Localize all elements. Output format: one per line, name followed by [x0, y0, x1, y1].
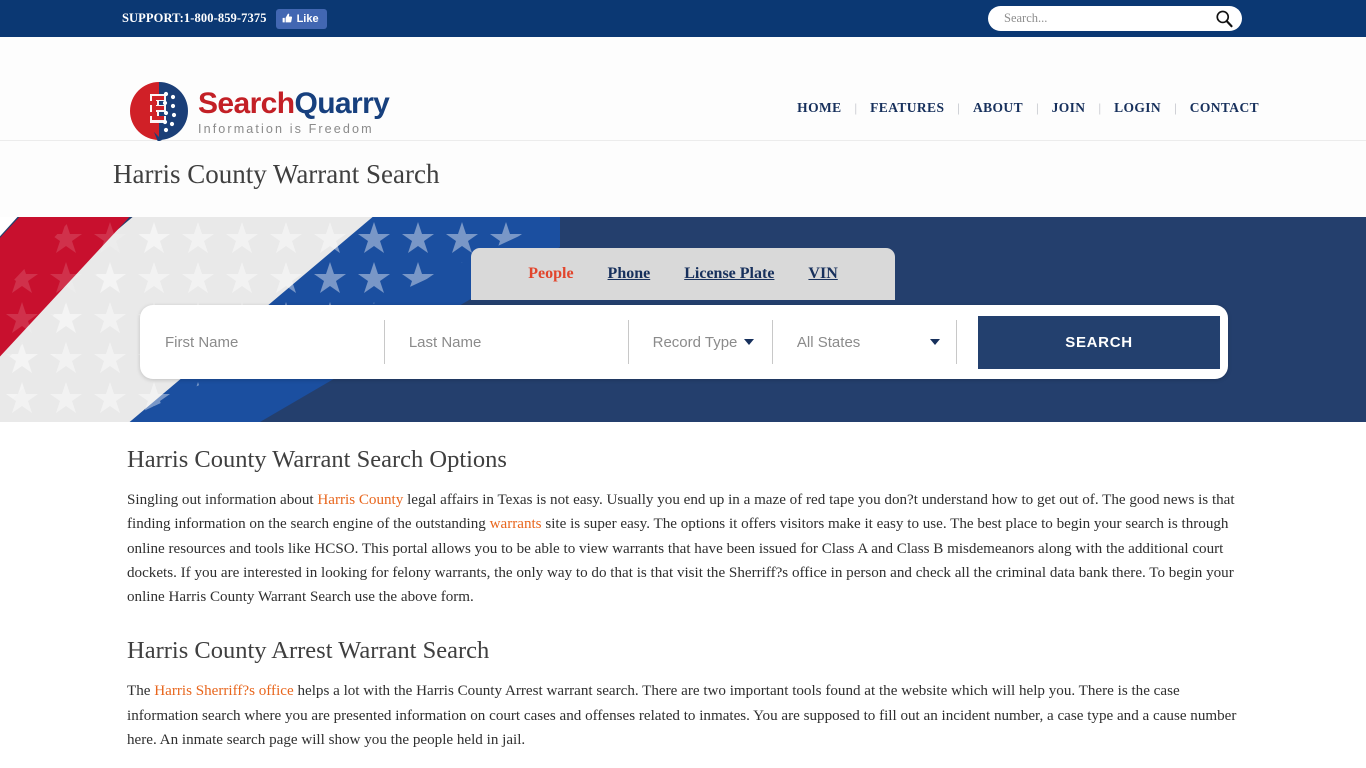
- logo-word-quarry: Quarry: [294, 86, 390, 120]
- searchquarry-flag-logo-icon: [130, 82, 188, 142]
- tab-phone[interactable]: Phone: [608, 265, 651, 283]
- logo-wordmark: SearchQuarry Information is Freedom: [198, 86, 390, 136]
- thumbs-up-icon: [282, 13, 292, 23]
- first-name-field[interactable]: [140, 320, 384, 364]
- paragraph-1: Singling out information about Harris Co…: [127, 488, 1250, 609]
- logo-word-search: Search: [198, 86, 295, 120]
- hero-search-banner: People Phone License Plate VIN Record Ty…: [0, 217, 1366, 422]
- page-title: Harris County Warrant Search: [113, 159, 440, 189]
- site-header: SearchQuarry Information is Freedom HOME…: [0, 37, 1366, 144]
- section-heading-arrest: Harris County Arrest Warrant Search: [127, 637, 490, 665]
- magnifier-icon[interactable]: [1214, 9, 1234, 29]
- article-content: Harris County Warrant Search Options Sin…: [0, 422, 1366, 768]
- last-name-input[interactable]: [383, 332, 628, 352]
- record-type-value: Record Type: [652, 333, 738, 351]
- people-search-form: Record Type All States SEARCH: [140, 305, 1228, 379]
- primary-navigation: HOME | FEATURES | ABOUT | JOIN | LOGIN |…: [784, 100, 1272, 116]
- paragraph-2: The Harris Sherriff?s office helps a lot…: [127, 679, 1250, 752]
- logo-word-line: SearchQuarry: [198, 86, 390, 120]
- logo-tagline: Information is Freedom: [198, 121, 374, 136]
- nav-item-login[interactable]: LOGIN: [1101, 100, 1174, 116]
- p2-text-2: helps a lot with the Harris County Arres…: [127, 683, 1237, 749]
- nav-item-home[interactable]: HOME: [784, 100, 854, 116]
- nav-item-join[interactable]: JOIN: [1039, 100, 1099, 116]
- p2-text-1: The: [127, 683, 155, 700]
- link-harris-county[interactable]: Harris County: [317, 492, 403, 508]
- support-phone-text: SUPPORT:1-800-859-7375: [122, 11, 267, 25]
- link-harris-sheriffs-office[interactable]: Harris Sherriff?s office: [154, 683, 293, 699]
- search-button[interactable]: SEARCH: [978, 315, 1221, 369]
- facebook-like-button[interactable]: Like: [275, 8, 327, 29]
- link-warrants[interactable]: warrants: [490, 516, 542, 532]
- p1-text-1: Singling out information about: [127, 492, 318, 508]
- first-name-input[interactable]: [140, 332, 384, 352]
- search-button-cell: SEARCH: [956, 315, 1221, 369]
- site-search-box[interactable]: [988, 6, 1242, 31]
- like-button-label: Like: [296, 12, 319, 25]
- search-type-tabs: People Phone License Plate VIN: [471, 248, 895, 300]
- site-search-input[interactable]: [1002, 10, 1214, 27]
- tab-people[interactable]: People: [528, 265, 573, 283]
- state-select[interactable]: All States: [772, 334, 956, 351]
- state-field[interactable]: All States: [771, 320, 956, 364]
- site-logo[interactable]: SearchQuarry Information is Freedom: [128, 80, 390, 144]
- top-utility-bar: SUPPORT:1-800-859-7375 Like: [0, 0, 1366, 37]
- state-value: All States: [796, 333, 861, 351]
- last-name-field[interactable]: [383, 320, 628, 364]
- tab-license-plate[interactable]: License Plate: [684, 265, 774, 283]
- section-heading-options: Harris County Warrant Search Options: [127, 446, 507, 473]
- chevron-down-icon: [744, 339, 755, 345]
- record-type-select[interactable]: Record Type: [628, 334, 772, 351]
- tab-vin[interactable]: VIN: [808, 265, 837, 283]
- nav-item-about[interactable]: ABOUT: [960, 100, 1036, 116]
- chevron-down-icon: [930, 339, 941, 345]
- page-title-section: Harris County Warrant Search: [0, 141, 1366, 217]
- nav-item-features[interactable]: FEATURES: [857, 100, 957, 116]
- nav-item-contact[interactable]: CONTACT: [1177, 100, 1272, 116]
- record-type-field[interactable]: Record Type: [627, 320, 772, 364]
